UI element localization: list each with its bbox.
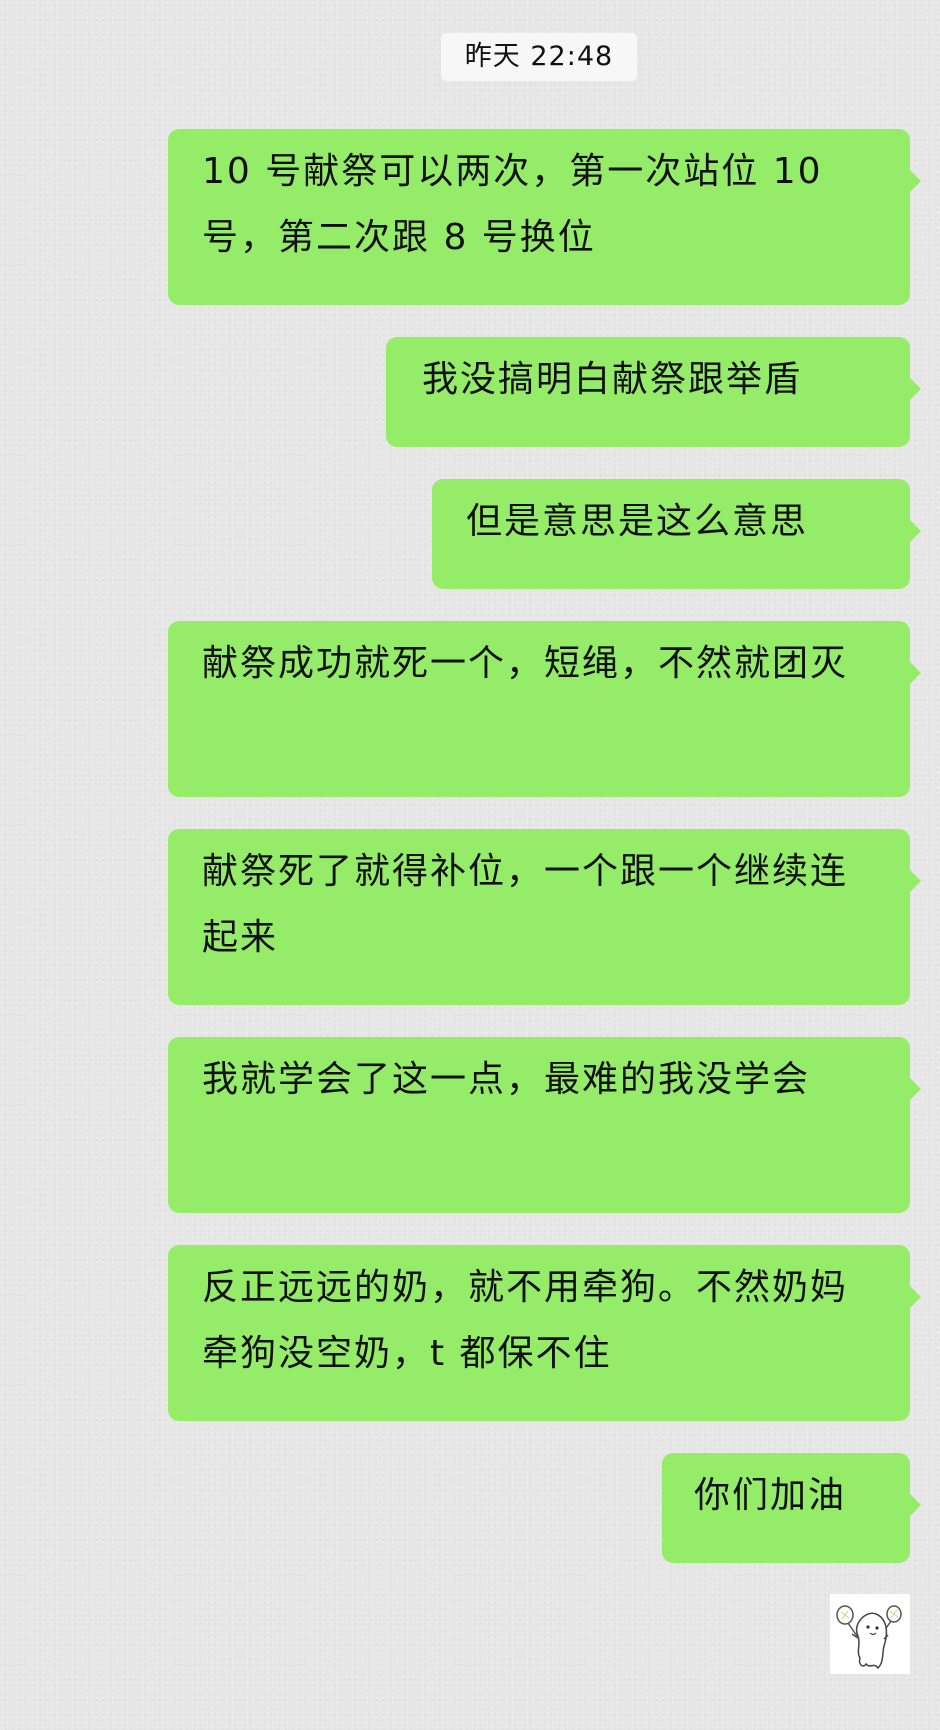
chat-area: 昨天 22:48 10 号献祭可以两次，第一次站位 10 号，第二次跟 8 号换… — [0, 0, 940, 1730]
message-text: 你们加油 — [694, 1475, 847, 1516]
chat-bubble-message[interactable]: 我就学会了这一点，最难的我没学会 — [168, 1037, 921, 1213]
message-text: 献祭成功就死一个，短绳，不然就团灭 — [202, 643, 849, 684]
chat-bubble-message[interactable]: 你们加油 — [662, 1453, 921, 1563]
sticker-message[interactable] — [830, 1594, 910, 1674]
message-text: 我没搞明白献祭跟举盾 — [422, 359, 803, 400]
message-text: 我就学会了这一点，最难的我没学会 — [202, 1059, 811, 1100]
cartoon-ghost-with-rackets-sticker-icon — [836, 1605, 902, 1670]
chat-bubble-message[interactable]: 献祭成功就死一个，短绳，不然就团灭 — [168, 621, 921, 797]
message-timestamp: 昨天 22:48 — [441, 33, 637, 81]
chat-bubble-message[interactable]: 我没搞明白献祭跟举盾 — [386, 337, 921, 447]
message-text: 反正远远的奶，就不用牵狗。不然奶妈牵狗没空奶，t 都保不住 — [202, 1267, 849, 1374]
chat-bubble-message[interactable]: 反正远远的奶，就不用牵狗。不然奶妈牵狗没空奶，t 都保不住 — [168, 1245, 921, 1421]
chat-bubble-message[interactable]: 献祭死了就得补位，一个跟一个继续连起来 — [168, 829, 921, 1005]
message-text: 但是意思是这么意思 — [466, 501, 809, 542]
chat-bubble-message[interactable]: 但是意思是这么意思 — [432, 479, 921, 589]
message-text: 10 号献祭可以两次，第一次站位 10 号，第二次跟 8 号换位 — [202, 151, 823, 258]
chat-bubble-message[interactable]: 10 号献祭可以两次，第一次站位 10 号，第二次跟 8 号换位 — [168, 129, 921, 305]
message-text: 献祭死了就得补位，一个跟一个继续连起来 — [202, 851, 849, 958]
